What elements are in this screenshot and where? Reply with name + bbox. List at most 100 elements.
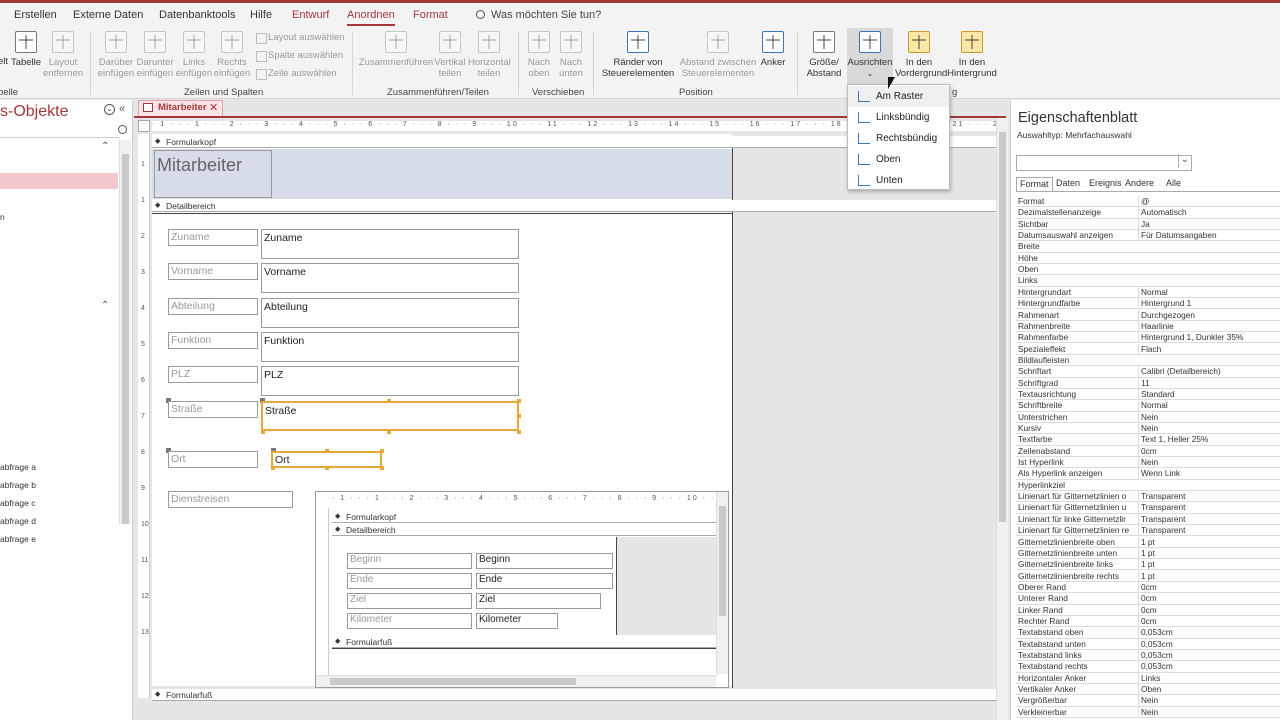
property-row[interactable]: Bildlaufleisten (1016, 355, 1280, 367)
property-value[interactable]: Normal (1138, 400, 1280, 412)
select-row-button[interactable]: Zeile auswählen (256, 68, 337, 80)
property-row[interactable]: Schriftbreite Normal (1016, 400, 1280, 412)
ribbon-tab-externe-daten[interactable]: Externe Daten (73, 9, 143, 21)
subform-field-beginn[interactable]: Beginn (476, 553, 613, 569)
property-row[interactable]: Schriftart Calibri (Detailbereich) (1016, 366, 1280, 378)
move-down-button[interactable]: Nach unten (556, 31, 586, 79)
property-value[interactable]: Transparent (1138, 502, 1280, 514)
property-tab-andere[interactable]: Andere (1122, 177, 1157, 191)
property-value[interactable]: Nein (1138, 411, 1280, 423)
dienstreisen-label[interactable]: Dienstreisen (168, 491, 293, 508)
property-value[interactable]: 0cm (1138, 581, 1280, 593)
table-button[interactable]: Tabelle (10, 31, 42, 68)
subform-label-ziel[interactable]: Ziel (347, 593, 472, 609)
property-row[interactable]: Textfarbe Text 1, Heller 25% (1016, 434, 1280, 446)
property-value[interactable]: Nein (1138, 695, 1280, 707)
selection-combo[interactable] (1016, 154, 1192, 171)
property-row[interactable]: Textabstand rechts 0,053cm (1016, 661, 1280, 673)
property-row[interactable]: Rahmenart Durchgezogen (1016, 309, 1280, 321)
property-row[interactable]: Datumsauswahl anzeigen Für Datumsangaben (1016, 230, 1280, 242)
insert-above-button[interactable]: Darüber einfügen (97, 31, 135, 79)
subform-label-beginn[interactable]: Beginn (347, 553, 472, 569)
field-textbox-plz[interactable]: PLZ (261, 366, 519, 396)
property-value[interactable]: Automatisch (1138, 207, 1280, 219)
split-horizontal-button[interactable]: Horizontal teilen (468, 31, 511, 79)
move-up-button[interactable]: Nach oben (524, 31, 554, 79)
align-menu-item-unten[interactable]: Unten (848, 170, 949, 191)
subform-field-kilometer[interactable]: Kilometer (476, 613, 558, 629)
property-row[interactable]: Als Hyperlink anzeigen Wenn Link (1016, 468, 1280, 480)
split-vertical-button[interactable]: Vertikal teilen (432, 31, 468, 79)
nav-item[interactable]: abfrage d (0, 516, 36, 526)
property-value[interactable]: 0,053cm (1138, 661, 1280, 673)
merge-button[interactable]: Zusammenführen (358, 31, 434, 68)
property-row[interactable]: Rahmenbreite Haarlinie (1016, 320, 1280, 333)
field-label-zuname[interactable]: Zuname (168, 229, 258, 246)
property-row[interactable]: Kursiv Nein (1016, 423, 1280, 435)
select-column-button[interactable]: Spalte auswählen (256, 50, 343, 62)
ribbon-tab-hilfe[interactable]: Hilfe (250, 9, 272, 21)
property-value[interactable]: 0,053cm (1138, 650, 1280, 661)
property-row[interactable]: Textabstand links 0,053cm (1016, 650, 1280, 662)
section-detail-bar[interactable]: Detailbereich (152, 200, 996, 212)
property-row[interactable]: Oberer Rand 0cm (1016, 581, 1280, 594)
property-row[interactable]: Hintergrundfarbe Hintergrund 1 (1016, 298, 1280, 310)
property-row[interactable]: Rahmenfarbe Hintergrund 1, Dunkler 35% (1016, 332, 1280, 344)
field-textbox-abteilung[interactable]: Abteilung (261, 298, 519, 328)
subform-header-bar[interactable]: Formularkopf (332, 511, 716, 523)
property-value[interactable]: Text 1, Heller 25% (1138, 434, 1280, 446)
property-row[interactable]: Linienart für Gitternetzlinien o Transpar… (1016, 491, 1280, 503)
subform-detail-bar[interactable]: Detailbereich (332, 524, 716, 536)
align-button[interactable]: Ausrichten ⌄ (847, 28, 893, 84)
property-value[interactable]: 0,053cm (1138, 638, 1280, 650)
nav-search-input[interactable] (0, 124, 120, 138)
property-value[interactable]: 0cm (1138, 615, 1280, 627)
subform-hscrollbar[interactable] (316, 675, 716, 687)
nav-collapse-button[interactable]: « (119, 103, 125, 115)
property-row[interactable]: Schriftgrad 11 (1016, 377, 1280, 389)
property-row[interactable]: Zeilenabstand 0cm (1016, 445, 1280, 457)
property-tab-alle[interactable]: Alle (1163, 177, 1184, 191)
property-row[interactable]: Gitternetzlinienbreite rechts 1 pt (1016, 570, 1280, 582)
subform-vscrollbar[interactable] (716, 492, 728, 674)
ribbon-tab-entwurf[interactable]: Entwurf (292, 9, 329, 21)
anchor-button[interactable]: Anker (758, 31, 788, 68)
insert-below-button[interactable]: Darunter einfügen (136, 31, 174, 79)
nav-item[interactable]: abfrage c (0, 498, 35, 508)
remove-layout-button[interactable]: Layout entfernen (43, 31, 83, 79)
property-value[interactable]: Hintergrund 1 (1138, 298, 1280, 310)
property-row[interactable]: Unterstrichen Nein (1016, 411, 1280, 423)
property-value[interactable]: Nein (1138, 706, 1280, 718)
property-row[interactable]: Linienart für Gitternetzlinien re Transpa… (1016, 525, 1280, 537)
property-tab-ereignis[interactable]: Ereignis (1086, 177, 1125, 191)
size-spacing-button[interactable]: Größe/ Abstand (802, 31, 846, 79)
property-value[interactable]: 0cm (1138, 593, 1280, 605)
section-footer-bar[interactable]: Formularfuß (152, 689, 996, 701)
property-row[interactable]: Ist Hyperlink Nein (1016, 457, 1280, 469)
property-row[interactable]: Höhe (1016, 253, 1280, 265)
align-menu-item-rechtsbündig[interactable]: Rechtsbündig (848, 128, 949, 149)
property-value[interactable]: Nein (1138, 457, 1280, 469)
property-row[interactable]: Breite (1016, 241, 1280, 253)
property-value[interactable]: 1 pt (1138, 570, 1280, 582)
subform-field-ziel[interactable]: Ziel (476, 593, 601, 609)
align-menu-item-am-raster[interactable]: Am Raster (848, 86, 949, 107)
align-menu-item-oben[interactable]: Oben (848, 149, 949, 170)
property-value[interactable]: 11 (1138, 377, 1280, 389)
ort-label[interactable]: Ort (168, 451, 258, 468)
property-value[interactable]: Oben (1138, 684, 1280, 696)
property-row[interactable]: Hyperlinkziel (1016, 480, 1280, 492)
property-row[interactable]: Format @ (1016, 196, 1280, 208)
subform-label-kilometer[interactable]: Kilometer (347, 613, 472, 629)
subform-footer-bar[interactable]: Formularfuß (332, 636, 716, 648)
property-value[interactable]: 0cm (1138, 445, 1280, 457)
nav-item[interactable]: n (0, 212, 5, 222)
property-row[interactable]: Verkleinerbar Nein (1016, 706, 1280, 719)
field-textbox-vorname[interactable]: Vorname (261, 263, 519, 293)
field-label-vorname[interactable]: Vorname (168, 263, 258, 280)
property-row[interactable]: Vergrößerbar Nein (1016, 695, 1280, 707)
property-value[interactable]: Calibri (Detailbereich) (1138, 366, 1280, 378)
subform-label-ende[interactable]: Ende (347, 573, 472, 589)
property-value[interactable]: @ (1138, 196, 1280, 207)
insert-right-button[interactable]: Rechts einfügen (213, 31, 251, 79)
